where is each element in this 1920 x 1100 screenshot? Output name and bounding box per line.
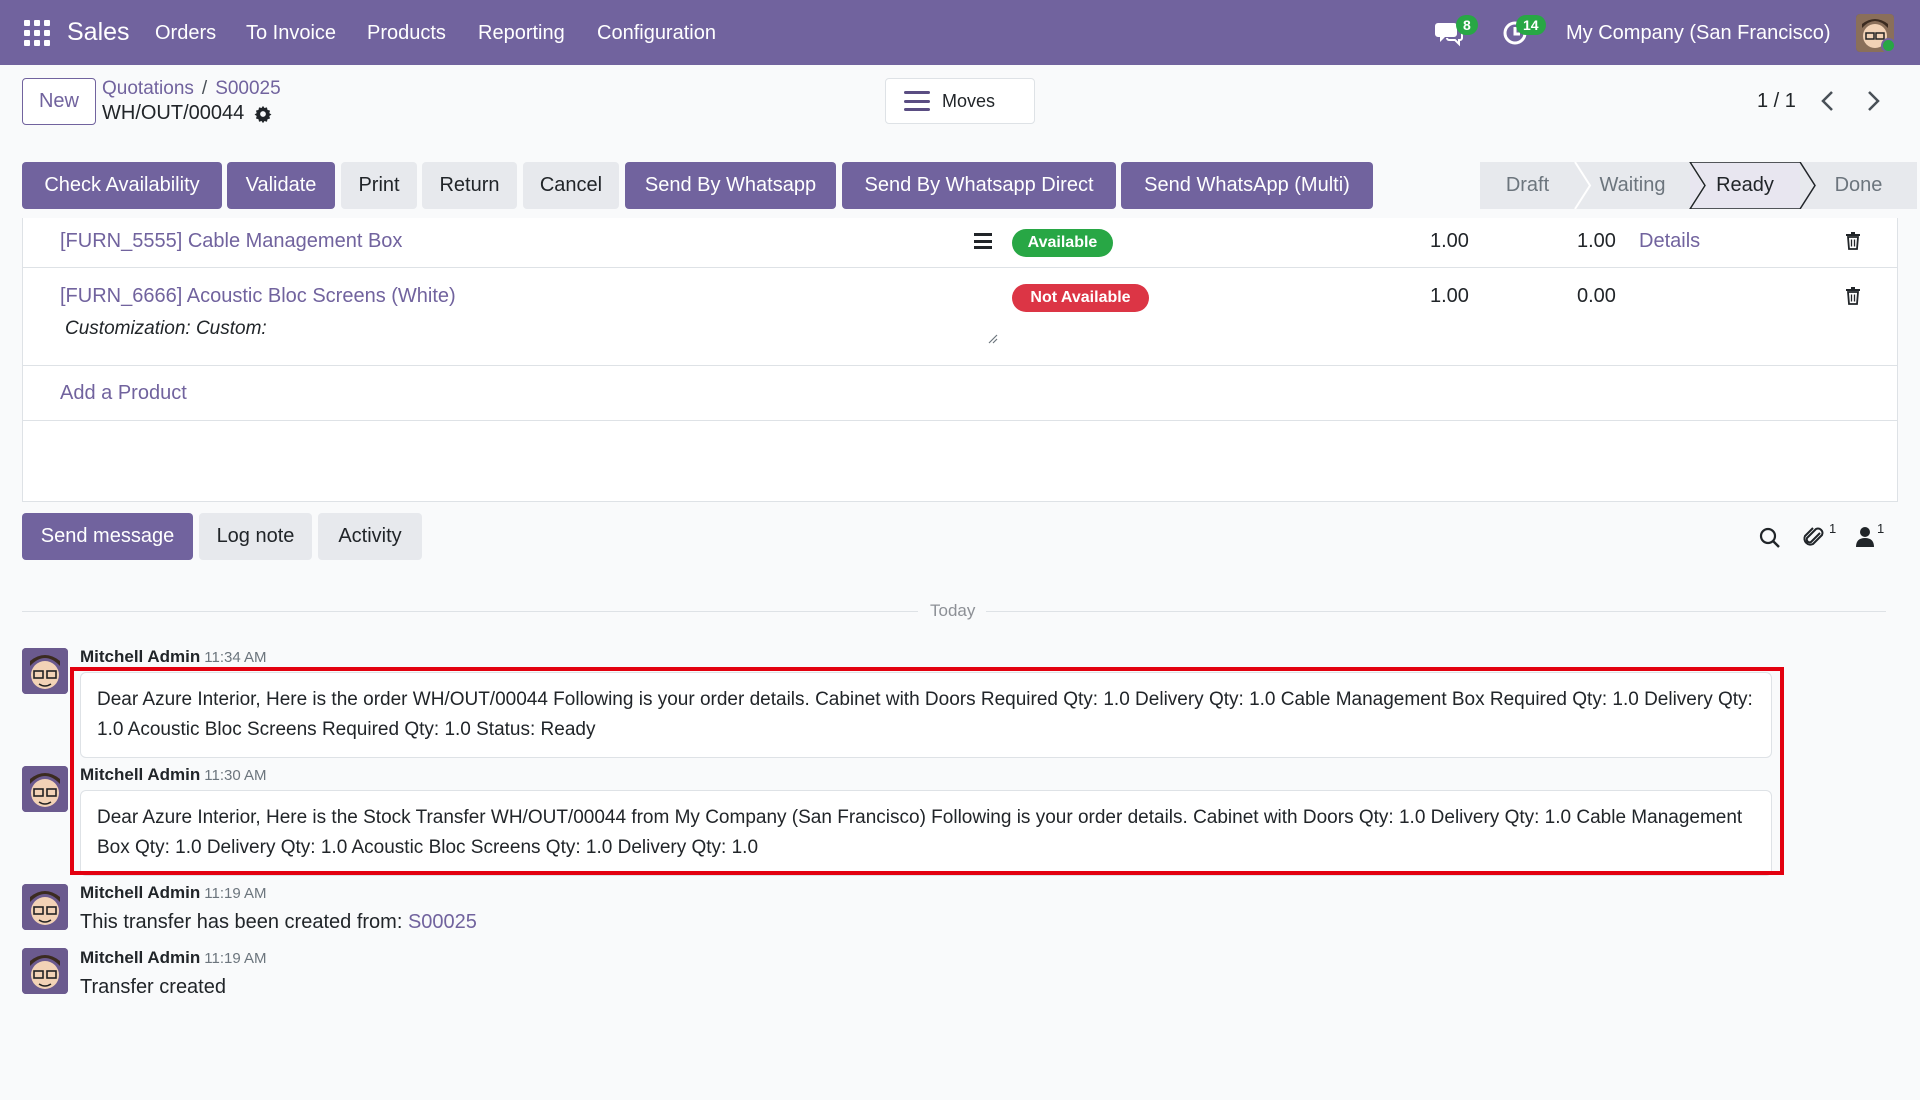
record-title: WH/OUT/00044	[102, 102, 272, 125]
messages-count-badge: 8	[1456, 15, 1478, 35]
message-time: 11:30 AM	[204, 767, 267, 784]
activity-button[interactable]: Activity	[318, 513, 422, 560]
message-author[interactable]: Mitchell Admin	[80, 765, 200, 784]
app-name[interactable]: Sales	[67, 18, 130, 47]
search-icon[interactable]	[1758, 526, 1782, 550]
message-time: 11:19 AM	[204, 885, 267, 902]
pager-value[interactable]: 1 / 1	[1757, 90, 1796, 113]
followers-icon[interactable]	[1855, 526, 1875, 548]
line-demand-1: 1.00	[1430, 230, 1469, 252]
message-header: Mitchell Admin 11:19 AM	[80, 948, 267, 968]
date-separator: Today	[930, 601, 976, 620]
author-avatar-icon	[22, 766, 68, 812]
send-by-whatsapp-direct-button[interactable]: Send By Whatsapp Direct	[842, 162, 1116, 209]
add-product-link[interactable]: Add a Product	[60, 382, 187, 405]
line-quantity-1[interactable]: 1.00	[1577, 230, 1616, 253]
chevron-right-icon[interactable]	[1862, 88, 1884, 114]
message-body: Dear Azure Interior, Here is the order W…	[80, 672, 1772, 758]
new-button[interactable]: New	[22, 78, 96, 125]
line-description-2[interactable]: Customization: Custom:	[65, 318, 267, 340]
message-author[interactable]: Mitchell Admin	[80, 948, 200, 967]
menu-configuration[interactable]: Configuration	[597, 22, 716, 45]
availability-badge-2: Not Available	[1012, 284, 1149, 312]
chevron-left-icon[interactable]	[1817, 88, 1839, 114]
date-separator-line	[22, 611, 918, 612]
menu-products[interactable]: Products	[367, 22, 446, 45]
row-separator	[23, 365, 1897, 366]
message-header: Mitchell Admin 11:30 AM	[80, 765, 267, 785]
moves-smart-button[interactable]: Moves	[885, 78, 1035, 124]
apps-menu-icon[interactable]	[24, 20, 50, 46]
moves-label: Moves	[942, 90, 996, 111]
message-text: This transfer has been created from:	[80, 911, 403, 933]
message-author[interactable]: Mitchell Admin	[80, 647, 200, 666]
message-time: 11:19 AM	[204, 950, 267, 967]
message-body: Transfer created	[80, 976, 226, 998]
breadcrumb-order[interactable]: S00025	[215, 78, 281, 99]
cancel-button[interactable]: Cancel	[523, 162, 619, 209]
message-author[interactable]: Mitchell Admin	[80, 883, 200, 902]
line-quantity-2[interactable]: 0.00	[1577, 285, 1616, 308]
attachments-count: 1	[1829, 521, 1837, 536]
paperclip-icon[interactable]	[1801, 524, 1827, 550]
message-body: Dear Azure Interior, Here is the Stock T…	[80, 790, 1772, 876]
author-avatar-icon	[22, 648, 68, 694]
trash-icon[interactable]	[1845, 232, 1861, 250]
date-separator-line	[986, 611, 1886, 612]
top-navbar: Sales Orders To Invoice Products Reporti…	[0, 0, 1920, 65]
resize-grip-icon[interactable]	[986, 332, 998, 344]
message-body: This transfer has been created from: S00…	[80, 911, 477, 934]
line-details-link[interactable]: Details	[1639, 230, 1700, 253]
breadcrumb: Quotations / S00025	[102, 78, 281, 100]
check-availability-button[interactable]: Check Availability	[22, 162, 222, 209]
detailed-operations-icon[interactable]	[974, 233, 992, 249]
log-note-button[interactable]: Log note	[199, 513, 312, 560]
row-separator	[23, 267, 1897, 268]
line-product-2[interactable]: [FURN_6666] Acoustic Bloc Screens (White…	[60, 285, 456, 308]
print-button[interactable]: Print	[341, 162, 417, 209]
company-switcher[interactable]: My Company (San Francisco)	[1566, 22, 1831, 45]
followers-count: 1	[1877, 521, 1885, 536]
line-product-1[interactable]: [FURN_5555] Cable Management Box	[60, 230, 402, 253]
breadcrumb-separator: /	[201, 78, 208, 99]
send-whatsapp-multi-button[interactable]: Send WhatsApp (Multi)	[1121, 162, 1373, 209]
menu-reporting[interactable]: Reporting	[478, 22, 565, 45]
operations-table: [FURN_5555] Cable Management Box Availab…	[22, 218, 1898, 502]
row-separator	[23, 420, 1897, 421]
send-by-whatsapp-button[interactable]: Send By Whatsapp	[625, 162, 836, 209]
availability-badge-1: Available	[1012, 229, 1113, 257]
message-header: Mitchell Admin 11:19 AM	[80, 883, 267, 903]
line-demand-2: 1.00	[1430, 285, 1469, 307]
author-avatar-icon	[22, 948, 68, 994]
gear-icon[interactable]	[254, 105, 272, 123]
avatar[interactable]	[22, 766, 68, 812]
return-button[interactable]: Return	[422, 162, 517, 209]
list-menu-icon	[904, 91, 930, 111]
trash-icon[interactable]	[1845, 287, 1861, 305]
source-order-link[interactable]: S00025	[408, 911, 477, 933]
message-time: 11:34 AM	[204, 649, 267, 666]
statusbar-arrows	[1574, 162, 1816, 209]
activities-count-badge: 14	[1516, 15, 1546, 35]
breadcrumb-quotations[interactable]: Quotations	[102, 78, 194, 99]
avatar[interactable]	[22, 648, 68, 694]
menu-orders[interactable]: Orders	[155, 22, 216, 45]
send-message-button[interactable]: Send message	[22, 513, 193, 560]
avatar[interactable]	[22, 884, 68, 930]
online-status-dot	[1881, 38, 1896, 53]
avatar[interactable]	[22, 948, 68, 994]
validate-button[interactable]: Validate	[227, 162, 335, 209]
author-avatar-icon	[22, 884, 68, 930]
message-header: Mitchell Admin 11:34 AM	[80, 647, 267, 667]
statusbar: Draft Waiting Ready Done	[1480, 162, 1917, 209]
menu-to-invoice[interactable]: To Invoice	[246, 22, 336, 45]
record-name: WH/OUT/00044	[102, 102, 245, 124]
